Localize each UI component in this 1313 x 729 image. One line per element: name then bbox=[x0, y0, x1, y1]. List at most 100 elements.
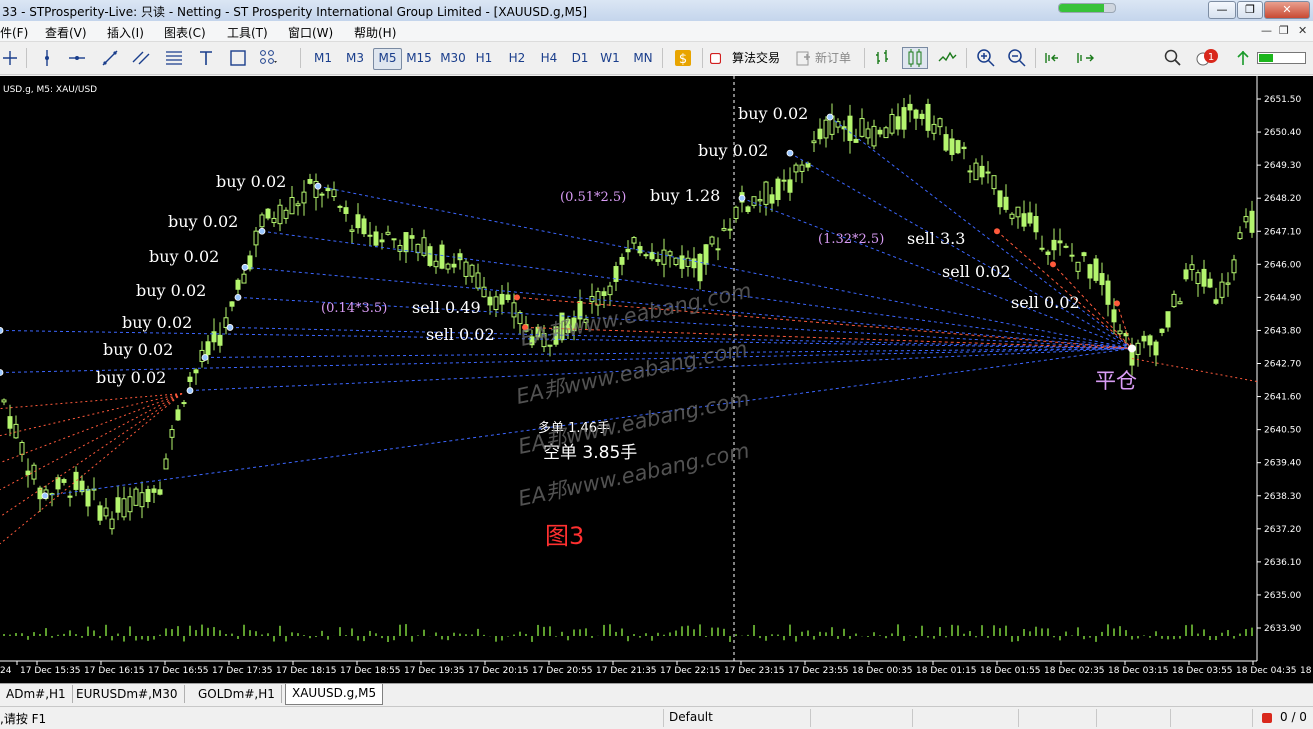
status-divider bbox=[1096, 709, 1097, 727]
vertical-line-icon[interactable] bbox=[37, 48, 57, 68]
candle-body bbox=[271, 217, 277, 224]
candle-body bbox=[685, 257, 691, 267]
menu-insert[interactable]: 插入(I) bbox=[107, 24, 144, 41]
candle-body bbox=[871, 125, 877, 147]
zoom-in-icon[interactable] bbox=[976, 48, 996, 68]
candle-body bbox=[727, 228, 733, 231]
candle-body bbox=[481, 286, 487, 298]
sell-annotation: sell 0.02 bbox=[1011, 293, 1080, 312]
chart-shift-icon[interactable] bbox=[1043, 48, 1063, 68]
candle-body bbox=[157, 489, 163, 495]
timeframe-h4-button[interactable]: H4 bbox=[536, 48, 562, 68]
toolbar-separator bbox=[300, 48, 301, 68]
timeframe-mn-button[interactable]: MN bbox=[630, 48, 656, 68]
horizontal-line-icon[interactable] bbox=[67, 48, 87, 68]
notification-icon[interactable]: 1 bbox=[1196, 48, 1220, 68]
line-chart-icon[interactable] bbox=[937, 48, 957, 68]
objects-menu-icon[interactable] bbox=[258, 48, 278, 68]
new-order-button[interactable]: 新订单 bbox=[815, 48, 851, 68]
timeframe-w1-button[interactable]: W1 bbox=[598, 48, 622, 68]
timeframe-m1-button[interactable]: M1 bbox=[310, 48, 336, 68]
tab-xauusd-m5[interactable]: XAUUSD.g,M5 bbox=[285, 684, 384, 705]
channel-icon[interactable] bbox=[131, 48, 151, 68]
status-divider bbox=[1170, 709, 1171, 727]
candle-body bbox=[265, 208, 271, 219]
tab-eurusdm-m30[interactable]: EURUSDm#,M30 bbox=[70, 685, 185, 703]
candle-body bbox=[187, 376, 193, 382]
timeframe-m5-button[interactable]: M5 bbox=[373, 48, 402, 70]
title-bar: 33 - STProsperity-Live: 只读 - Netting - S… bbox=[0, 0, 1313, 22]
candlestick-chart-icon[interactable] bbox=[902, 47, 928, 69]
sell-order-line bbox=[0, 393, 183, 518]
candle-body bbox=[853, 138, 859, 143]
candle-body bbox=[1027, 212, 1033, 224]
sell-entry-marker bbox=[994, 228, 1000, 235]
buy-annotation: buy 0.02 bbox=[698, 141, 768, 160]
time-tick-label: 24 bbox=[0, 666, 12, 676]
timeframe-h1-button[interactable]: H1 bbox=[472, 48, 496, 68]
close-button[interactable]: ✕ bbox=[1264, 1, 1310, 19]
time-tick-label: 17 Dec 19:35 bbox=[404, 666, 465, 676]
candle-body bbox=[427, 246, 433, 266]
restore-button[interactable]: ❐ bbox=[1237, 1, 1263, 19]
candle-body bbox=[1021, 213, 1027, 227]
price-chart[interactable]: USD.g, M5: XAU/USD 2651.50 2650.40 2649.30… bbox=[0, 76, 1313, 683]
tab-adm-h1[interactable]: ADm#,H1 bbox=[0, 685, 73, 703]
buy-order-line bbox=[789, 152, 1133, 349]
candle-body bbox=[475, 272, 481, 289]
mdi-close-button[interactable]: ✕ bbox=[1298, 24, 1307, 37]
menu-tools[interactable]: 工具(T) bbox=[227, 24, 268, 41]
menu-file[interactable]: 件(F) bbox=[0, 24, 28, 41]
shapes-icon[interactable] bbox=[228, 48, 248, 68]
text-tool-icon[interactable] bbox=[196, 48, 216, 68]
candle-body bbox=[661, 249, 667, 265]
timeframe-h2-button[interactable]: H2 bbox=[504, 48, 530, 68]
crosshair-icon[interactable] bbox=[0, 48, 20, 68]
candle-body bbox=[55, 477, 61, 490]
tab-goldm-h1[interactable]: GOLDm#,H1 bbox=[192, 685, 282, 703]
candle-body bbox=[13, 423, 19, 439]
minimize-button[interactable]: — bbox=[1208, 1, 1236, 19]
fibonacci-icon[interactable] bbox=[164, 48, 184, 68]
dollar-icon[interactable]: $ bbox=[673, 48, 693, 68]
buy-entry-marker bbox=[738, 194, 746, 202]
candle-body bbox=[697, 253, 703, 282]
price-tick-label: 2651.50 bbox=[1264, 95, 1301, 105]
price-tick-label: 2646.00 bbox=[1264, 260, 1301, 270]
candle-body bbox=[205, 341, 211, 355]
chart-tabs: ADm#,H1 EURUSDm#,M30 GOLDm#,H1 XAUUSD.g,… bbox=[0, 683, 1313, 706]
candle-body bbox=[1099, 273, 1105, 286]
auto-scroll-icon[interactable] bbox=[1075, 48, 1095, 68]
algo-trading-button[interactable]: 算法交易 bbox=[732, 48, 780, 68]
timeframe-m3-button[interactable]: M3 bbox=[342, 48, 368, 68]
time-tick-label: 17 Dec 16:15 bbox=[84, 666, 145, 676]
candle-body bbox=[241, 273, 247, 284]
price-tick-label: 2635.00 bbox=[1264, 591, 1301, 601]
timeframe-m30-button[interactable]: M30 bbox=[438, 48, 468, 68]
bar-chart-icon[interactable] bbox=[872, 48, 892, 68]
menu-view[interactable]: 查看(V) bbox=[45, 24, 87, 41]
time-tick-label: 17 Dec 20:15 bbox=[468, 666, 529, 676]
timeframe-d1-button[interactable]: D1 bbox=[568, 48, 592, 68]
trend-line-icon[interactable] bbox=[100, 48, 120, 68]
menu-window[interactable]: 窗口(W) bbox=[288, 24, 333, 41]
zoom-out-icon[interactable] bbox=[1007, 48, 1027, 68]
timeframe-m15-button[interactable]: M15 bbox=[404, 48, 434, 68]
connection-progress-fill bbox=[1059, 4, 1104, 12]
time-tick-label: 18 Dec 04:35 bbox=[1236, 666, 1297, 676]
menu-charts[interactable]: 图表(C) bbox=[164, 24, 206, 41]
menu-bar: 件(F) 查看(V) 插入(I) 图表(C) 工具(T) 窗口(W) 帮助(H)… bbox=[0, 21, 1313, 42]
time-tick-label: 18 Dec 03:15 bbox=[1108, 666, 1169, 676]
mdi-restore-button[interactable]: ❐ bbox=[1279, 24, 1289, 37]
sell-entry-marker bbox=[1114, 300, 1120, 307]
candle-body bbox=[1153, 341, 1159, 356]
candle-body bbox=[619, 256, 625, 265]
search-icon[interactable] bbox=[1163, 48, 1183, 68]
candle-body bbox=[235, 279, 241, 290]
sell-order-line bbox=[0, 393, 183, 437]
chart-window[interactable]: USD.g, M5: XAU/USD 2651.50 2650.40 2649.30… bbox=[0, 76, 1313, 683]
buy-entry-marker bbox=[0, 327, 4, 334]
menu-help[interactable]: 帮助(H) bbox=[354, 24, 396, 41]
candle-body bbox=[715, 248, 721, 251]
mdi-minimize-button[interactable]: — bbox=[1261, 24, 1272, 37]
